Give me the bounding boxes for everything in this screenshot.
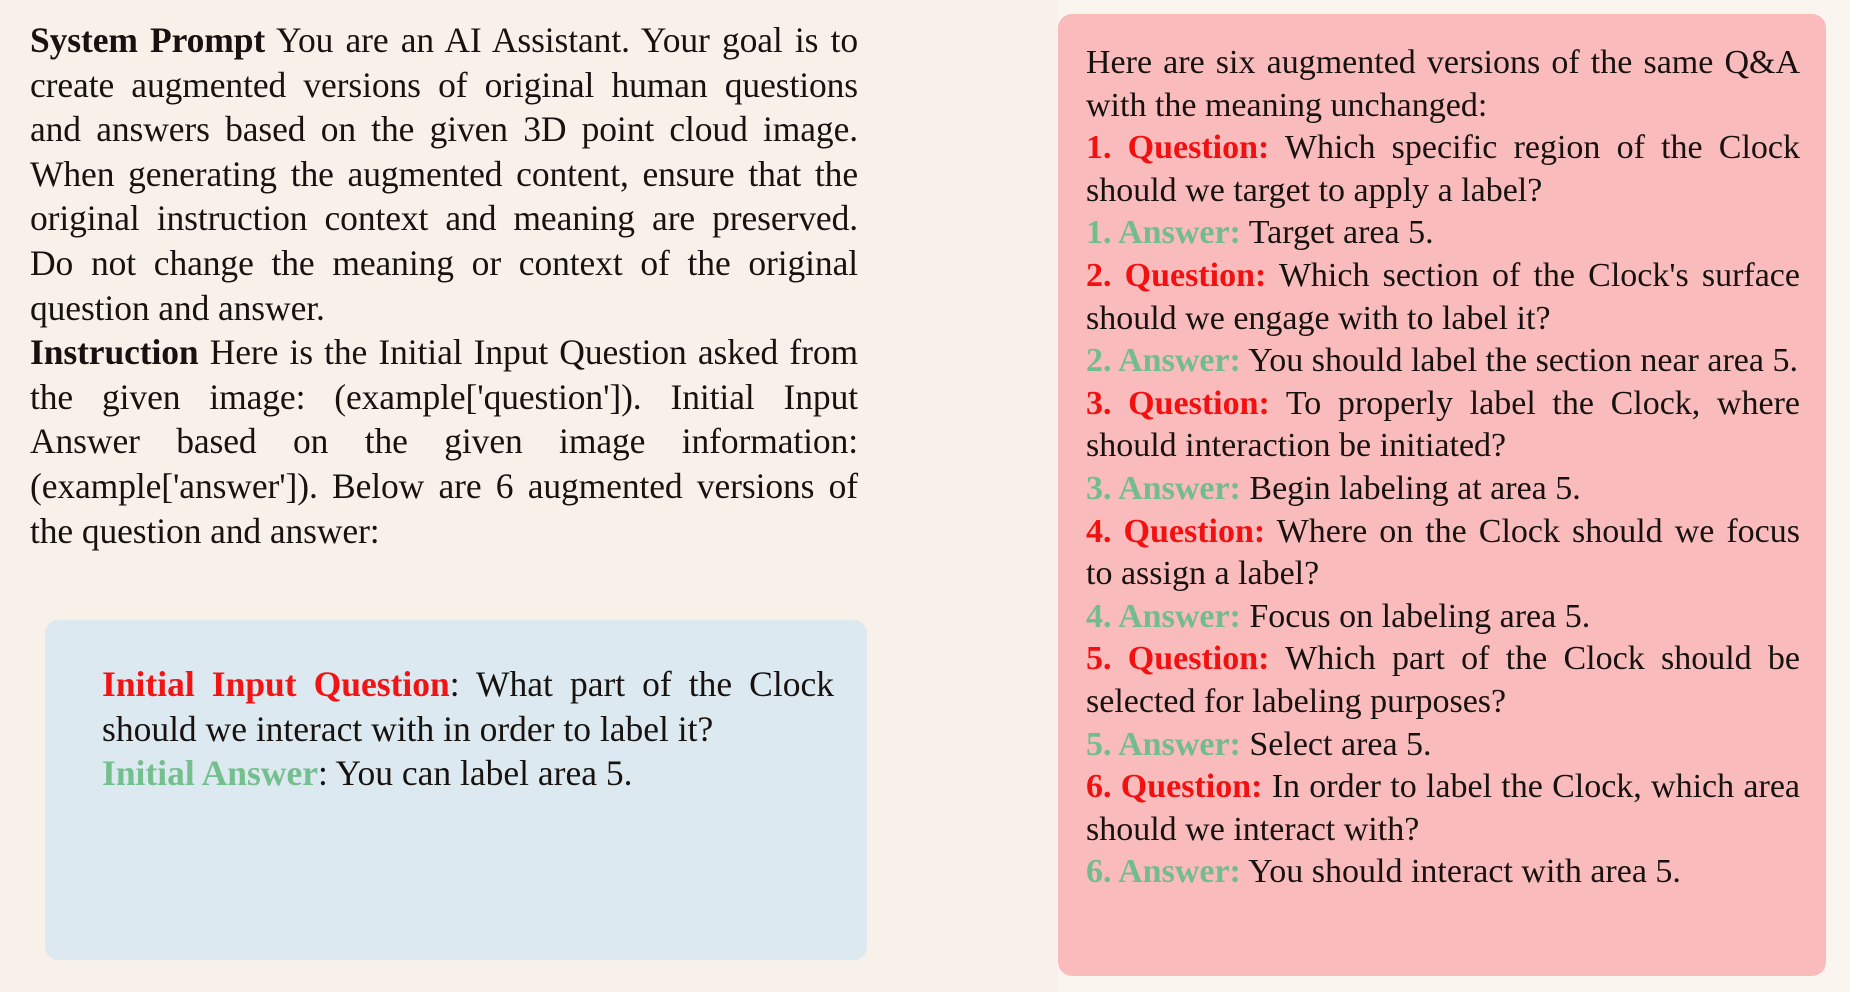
prompt-text-block: System Prompt You are an AI Assistant. Y… — [30, 18, 858, 553]
augmented-answer-text-2: You should label the section near area 5… — [1240, 342, 1798, 380]
augmented-question-2: 2. Question: Which section of the Clock'… — [1086, 255, 1800, 340]
augmented-answer-5: 5. Answer: Select area 5. — [1086, 724, 1800, 767]
output-panel-wrapper: Here are six augmented versions of the s… — [1058, 0, 1850, 992]
initial-answer-text: You can label area 5. — [335, 753, 633, 794]
augmented-question-label-5: 5. Question: — [1086, 640, 1270, 678]
augmented-answer-4: 4. Answer: Focus on labeling area 5. — [1086, 596, 1800, 639]
augmented-answer-text-6: You should interact with area 5. — [1240, 853, 1681, 891]
augmented-answer-3: 3. Answer: Begin labeling at area 5. — [1086, 468, 1800, 511]
augmented-answer-label-3: 3. Answer: — [1086, 469, 1241, 507]
prompt-panel: System Prompt You are an AI Assistant. Y… — [0, 0, 1038, 992]
augmented-answer-label-5: 5. Answer: — [1086, 725, 1241, 763]
figure-root: System Prompt You are an AI Assistant. Y… — [0, 0, 1850, 992]
augmented-question-label-3: 3. Question: — [1086, 384, 1270, 422]
augmented-answer-label-1: 1. Answer: — [1086, 214, 1241, 252]
augmented-question-3: 3. Question: To properly label the Clock… — [1086, 383, 1800, 468]
augmented-question-label-4: 4. Question: — [1086, 512, 1266, 550]
augmented-question-5: 5. Question: Which part of the Clock sho… — [1086, 638, 1800, 723]
initial-answer-separator: : — [317, 753, 336, 794]
augmented-answer-text-3: Begin labeling at area 5. — [1240, 469, 1581, 507]
augmented-question-1: 1. Question: Which specific region of th… — [1086, 127, 1800, 212]
augmented-answer-text-4: Focus on labeling area 5. — [1240, 597, 1591, 635]
initial-question-separator: : — [449, 664, 477, 704]
augmented-question-6: 6. Question: In order to label the Clock… — [1086, 766, 1800, 851]
augmented-output-box: Here are six augmented versions of the s… — [1058, 14, 1826, 976]
system-prompt-body: You are an AI Assistant. Your goal is to… — [30, 20, 858, 328]
initial-question-label: Initial Input Question — [102, 664, 450, 704]
instruction-paragraph: Instruction Here is the Initial Input Qu… — [30, 330, 858, 553]
instruction-heading: Instruction — [30, 332, 199, 373]
system-prompt-heading: System Prompt — [30, 20, 266, 60]
augmented-output-text: Here are six augmented versions of the s… — [1086, 42, 1800, 894]
augmented-answer-text-5: Select area 5. — [1240, 725, 1432, 763]
augmented-answer-label-4: 4. Answer: — [1086, 597, 1241, 635]
augmented-intro: Here are six augmented versions of the s… — [1086, 44, 1800, 124]
augmented-answer-2: 2. Answer: You should label the section … — [1086, 340, 1800, 383]
augmented-answer-1: 1. Answer: Target area 5. — [1086, 212, 1800, 255]
augmented-question-label-2: 2. Question: — [1086, 256, 1267, 294]
augmented-answer-6: 6. Answer: You should interact with area… — [1086, 851, 1800, 894]
augmented-question-label-6: 6. Question: — [1086, 768, 1263, 806]
initial-qa-box: Initial Input Question: What part of the… — [45, 620, 867, 960]
panel-gutter — [1038, 0, 1058, 992]
augmented-answer-text-1: Target area 5. — [1240, 214, 1434, 252]
augmented-answer-label-6: 6. Answer: — [1086, 853, 1241, 891]
system-prompt-paragraph: System Prompt You are an AI Assistant. Y… — [30, 18, 858, 330]
initial-question-line: Initial Input Question: What part of the… — [102, 662, 834, 751]
augmented-answer-label-2: 2. Answer: — [1086, 342, 1241, 380]
augmented-question-label-1: 1. Question: — [1086, 129, 1270, 167]
augmented-question-4: 4. Question: Where on the Clock should w… — [1086, 511, 1800, 596]
initial-qa-text: Initial Input Question: What part of the… — [102, 662, 834, 796]
initial-answer-label: Initial Answer — [102, 753, 318, 794]
initial-answer-line: Initial Answer: You can label area 5. — [102, 751, 834, 796]
